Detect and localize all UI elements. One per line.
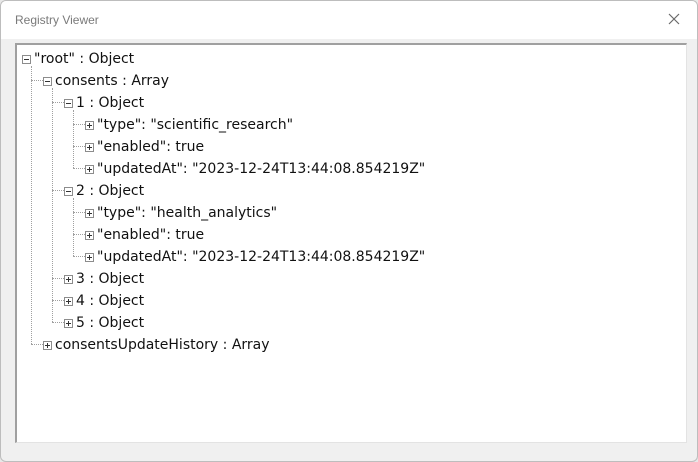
tree-node-label: "enabled": true — [97, 227, 205, 243]
tree-node-label: "updatedAt": "2023-12-24T13:44:08.854219… — [97, 249, 426, 265]
collapse-icon[interactable] — [64, 98, 73, 108]
tree-node-label: 5 : Object — [76, 315, 145, 331]
expand-icon[interactable] — [85, 120, 94, 130]
window-title: Registry Viewer — [15, 13, 99, 27]
close-icon[interactable] — [665, 10, 683, 28]
expand-icon[interactable] — [85, 142, 94, 152]
tree-node-consent-1-type[interactable]: "type": "scientific_research" — [85, 114, 293, 136]
expand-icon[interactable] — [85, 252, 94, 262]
tree-node-label: "enabled": true — [97, 139, 205, 155]
tree-node-root[interactable]: "root" : Object — [22, 48, 134, 70]
collapse-icon[interactable] — [43, 76, 52, 86]
expand-icon[interactable] — [64, 296, 73, 306]
tree-view[interactable]: "root" : Object consents : Array 1 : Obj… — [15, 43, 687, 443]
tree-node-label: "updatedAt": "2023-12-24T13:44:08.854219… — [97, 161, 426, 177]
tree-node-label: 1 : Object — [76, 95, 145, 111]
tree-node-label: 4 : Object — [76, 293, 145, 309]
tree-node-label: 3 : Object — [76, 271, 145, 287]
tree-node-label: "type": "health_analytics" — [97, 205, 278, 221]
tree-node-label: consentsUpdateHistory : Array — [55, 337, 270, 353]
tree-node-consent-2-updatedat[interactable]: "updatedAt": "2023-12-24T13:44:08.854219… — [85, 246, 425, 268]
tree-node-consent-1-enabled[interactable]: "enabled": true — [85, 136, 204, 158]
registry-viewer-window: Registry Viewer "root": Object consents… — [0, 0, 698, 462]
tree-node-consent-2-enabled[interactable]: "enabled": true — [85, 224, 204, 246]
tree-node-label: "root" : Object — [34, 51, 135, 67]
tree-node-label: consents : Array — [55, 73, 170, 89]
tree-node-consent-2-type[interactable]: "type": "health_analytics" — [85, 202, 277, 224]
tree-node-consent-1-updatedat[interactable]: "updatedAt": "2023-12-24T13:44:08.854219… — [85, 158, 425, 180]
tree-node-consents[interactable]: consents : Array — [43, 70, 169, 92]
expand-icon[interactable] — [85, 208, 94, 218]
tree-node-label: "type": "scientific_research" — [97, 117, 294, 133]
tree-node-consent-1[interactable]: 1 : Object — [64, 92, 144, 114]
title-bar: Registry Viewer — [1, 1, 697, 39]
tree-node-consent-5[interactable]: 5 : Object — [64, 312, 144, 334]
expand-icon[interactable] — [64, 318, 73, 328]
tree-node-consent-2[interactable]: 2 : Object — [64, 180, 144, 202]
expand-icon[interactable] — [64, 274, 73, 284]
tree-node-consent-3[interactable]: 3 : Object — [64, 268, 144, 290]
tree-node-label: 2 : Object — [76, 183, 145, 199]
collapse-icon[interactable] — [22, 54, 31, 64]
tree-node-consent-4[interactable]: 4 : Object — [64, 290, 144, 312]
expand-icon[interactable] — [85, 230, 94, 240]
collapse-icon[interactable] — [64, 186, 73, 196]
expand-icon[interactable] — [43, 340, 52, 350]
expand-icon[interactable] — [85, 164, 94, 174]
tree-node-consents-update-history[interactable]: consentsUpdateHistory : Array — [43, 334, 270, 356]
